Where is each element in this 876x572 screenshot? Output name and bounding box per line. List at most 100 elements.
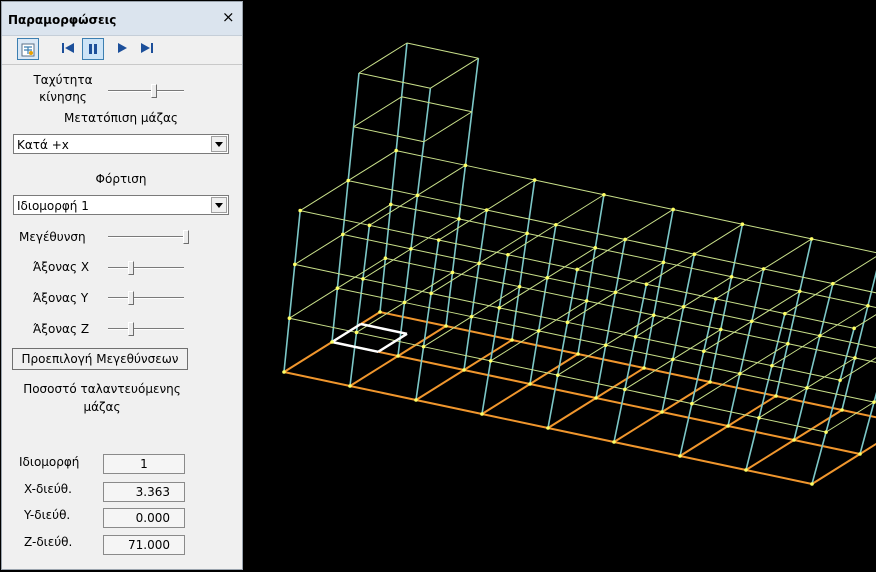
base-beam: [529, 353, 579, 385]
node: [394, 148, 398, 153]
beam: [294, 233, 344, 265]
column: [342, 180, 349, 235]
column: [546, 224, 557, 278]
node: [536, 329, 541, 333]
column: [529, 330, 540, 385]
base-beam: [379, 311, 447, 327]
preset-magnifications-button[interactable]: Προεπιλογή Μεγεθύνσεων: [12, 348, 188, 370]
column: [604, 292, 617, 346]
last-frame-button[interactable]: [136, 38, 158, 60]
axis-x-slider[interactable]: [108, 261, 184, 275]
node: [770, 363, 774, 368]
base-beam: [595, 367, 645, 399]
tower-beam: [401, 96, 473, 113]
tower-beam: [430, 57, 479, 89]
node: [757, 416, 761, 420]
magnification-slider[interactable]: [108, 230, 189, 244]
node: [510, 338, 514, 342]
beam: [490, 360, 558, 376]
node: [831, 281, 835, 286]
node: [840, 408, 844, 412]
column: [652, 262, 665, 316]
beam: [694, 253, 764, 270]
y-direction-label: Y-διεύθ.: [24, 508, 71, 522]
column: [585, 247, 597, 302]
beam: [347, 150, 397, 182]
node: [744, 468, 748, 472]
node: [783, 311, 787, 316]
node: [726, 424, 730, 428]
slider-thumb[interactable]: [150, 84, 157, 98]
beam: [839, 357, 876, 381]
base-beam: [397, 325, 447, 357]
node: [293, 262, 297, 267]
deformed-structure-model: [282, 42, 876, 486]
column: [283, 318, 291, 373]
first-frame-button[interactable]: [57, 38, 79, 60]
dropdown-arrow-icon[interactable]: [211, 197, 227, 213]
column: [661, 359, 674, 413]
column: [556, 322, 569, 376]
column: [288, 264, 296, 319]
node: [749, 319, 754, 324]
node: [565, 320, 570, 325]
deformation-options-button[interactable]: [17, 38, 39, 60]
node: [287, 316, 292, 321]
node: [488, 359, 493, 363]
motion-speed-slider[interactable]: [108, 84, 184, 98]
node: [593, 246, 598, 250]
slider-thumb[interactable]: [127, 291, 134, 305]
mass-shift-value: Κατά +x: [17, 138, 69, 152]
node: [335, 286, 340, 291]
axis-y-label: Άξονας Y: [33, 291, 89, 305]
pause-button[interactable]: [82, 38, 104, 60]
beam: [299, 180, 349, 212]
column: [614, 239, 626, 293]
node: [701, 349, 706, 354]
slider-thumb[interactable]: [127, 261, 134, 275]
node: [809, 237, 814, 241]
tower-column: [395, 96, 403, 151]
beam: [478, 232, 528, 264]
mass-shift-select[interactable]: Κατά +x: [13, 134, 229, 154]
column: [679, 403, 693, 457]
beam: [683, 306, 752, 322]
node: [818, 333, 822, 338]
beam: [811, 238, 876, 254]
close-icon[interactable]: ×: [222, 10, 235, 25]
column: [727, 373, 741, 427]
beam: [625, 238, 695, 255]
beam: [787, 343, 856, 359]
slider-thumb[interactable]: [183, 230, 189, 244]
loading-select[interactable]: Ιδιομορφή 1: [13, 195, 229, 215]
column: [702, 298, 717, 352]
node: [414, 398, 418, 402]
node: [409, 247, 413, 251]
beam: [534, 179, 605, 196]
play-button[interactable]: [111, 38, 133, 60]
base-beam: [745, 439, 795, 471]
column: [577, 300, 588, 355]
column: [481, 360, 492, 415]
3d-viewport[interactable]: [244, 0, 876, 572]
beam: [404, 272, 453, 303]
column: [787, 291, 801, 344]
beam: [819, 305, 869, 337]
slider-thumb[interactable]: [127, 322, 134, 336]
axis-z-slider[interactable]: [108, 322, 184, 336]
column: [798, 238, 813, 292]
beam: [465, 164, 535, 181]
highlighted-opening: [360, 322, 408, 336]
axis-y-slider[interactable]: [108, 291, 184, 305]
column: [518, 233, 528, 287]
motion-speed-label-line1: Ταχύτητα: [33, 73, 93, 87]
node: [805, 386, 809, 390]
mode-label: Ιδιομορφή: [19, 455, 80, 469]
column: [595, 345, 607, 399]
node: [810, 482, 814, 486]
node: [740, 222, 745, 226]
beam: [438, 239, 509, 256]
beam: [577, 268, 647, 285]
dropdown-arrow-icon[interactable]: [211, 136, 227, 152]
column: [362, 225, 371, 279]
